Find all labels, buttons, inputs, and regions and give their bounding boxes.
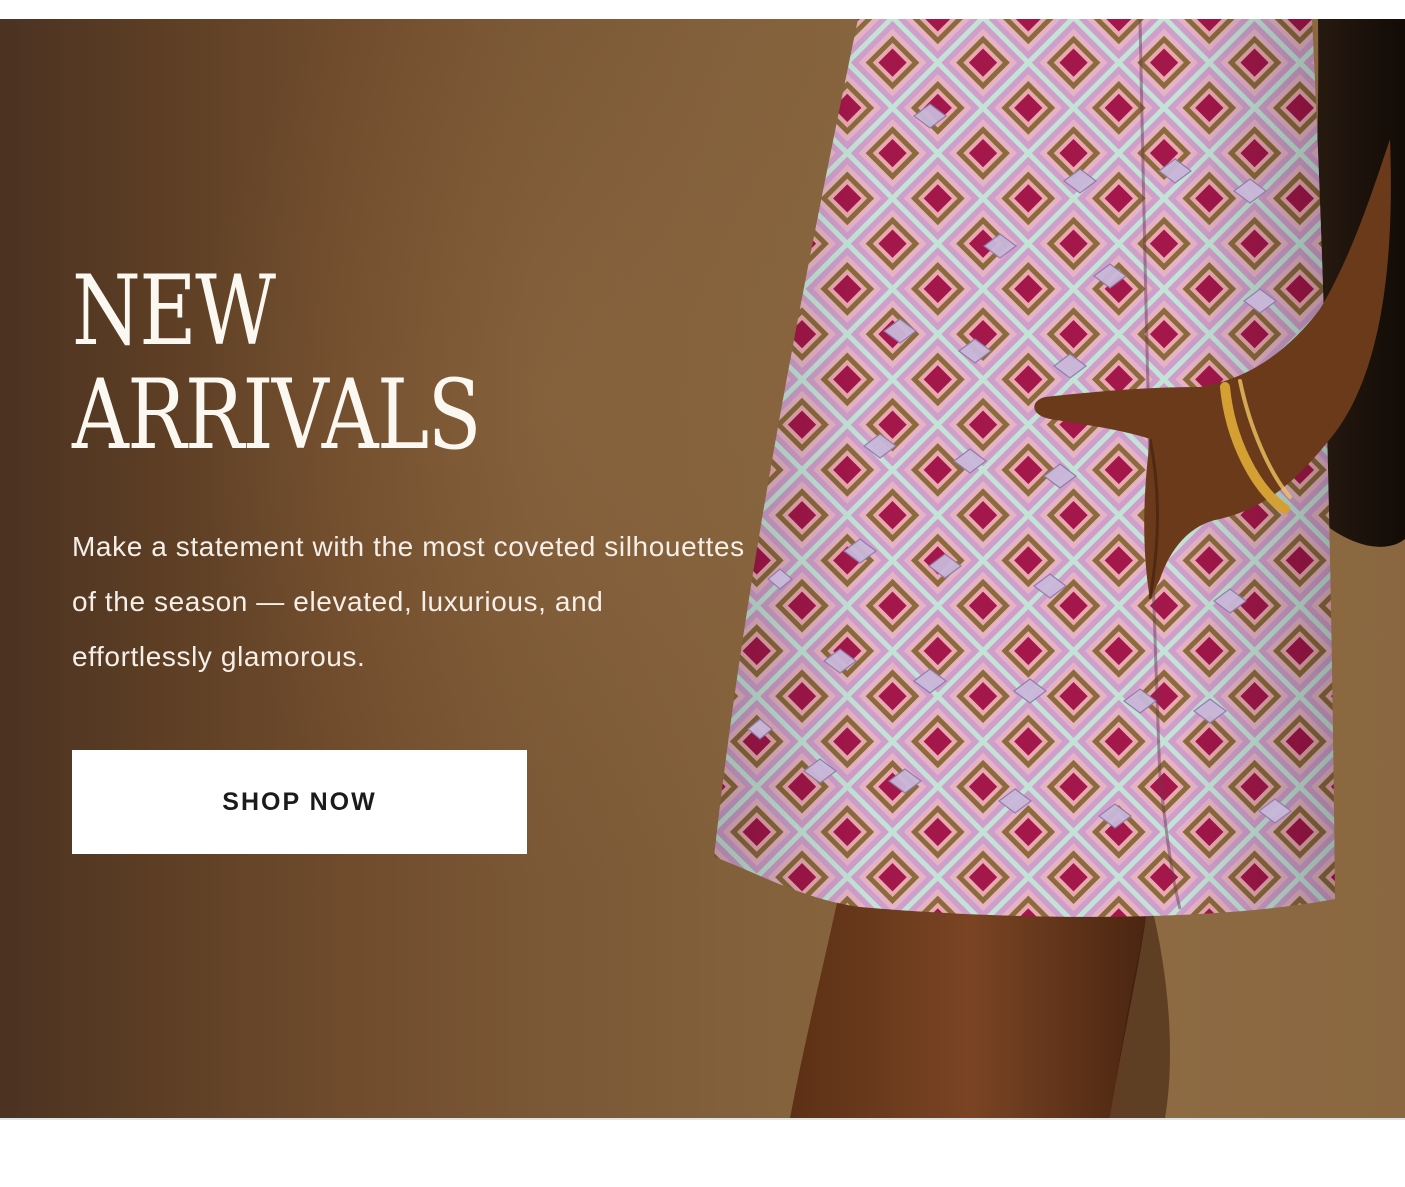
- email-banner: NEW ARRIVALS Make a statement with the m…: [0, 0, 1405, 1187]
- hero-banner: NEW ARRIVALS Make a statement with the m…: [0, 19, 1405, 1118]
- hero-description: Make a statement with the most coveted s…: [72, 531, 745, 672]
- section-divider: [0, 1118, 1405, 1120]
- hero-copy: NEW ARRIVALS Make a statement with the m…: [72, 259, 752, 684]
- headline-line-arrivals: ARRIVALS: [72, 359, 482, 471]
- hero-headline: NEW ARRIVALS: [72, 259, 728, 467]
- shop-now-button[interactable]: SHOP NOW: [72, 750, 527, 854]
- headline-line-new: NEW: [72, 255, 276, 367]
